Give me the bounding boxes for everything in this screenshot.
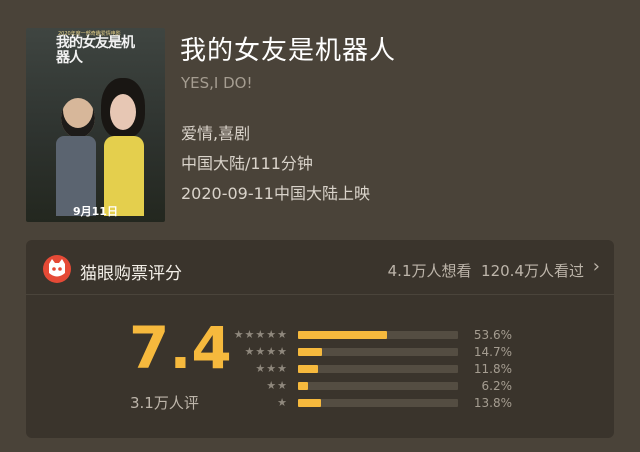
rating-row: ★★★★ 14.7%: [26, 345, 614, 359]
rating-bar-track: [298, 399, 458, 407]
rating-row: ★★ 6.2%: [26, 379, 614, 393]
rating-row: ★ 13.8%: [26, 396, 614, 410]
maoyan-cat-icon: [43, 255, 71, 283]
rating-percent: 14.7%: [473, 345, 512, 359]
rating-bar-fill: [298, 399, 321, 407]
rating-bar-track: [298, 382, 458, 390]
rating-percent: 13.8%: [473, 396, 512, 410]
movie-english-title: YES,I DO!: [181, 74, 253, 92]
rating-bar-fill: [298, 348, 323, 356]
rating-source-label: 猫眼购票评分: [80, 264, 182, 284]
rating-percent: 6.2%: [481, 379, 513, 393]
movie-title: 我的女友是机器人: [180, 36, 397, 66]
star-level-icon: ★: [277, 396, 288, 409]
poster-title: 我的女友是机器人: [56, 35, 135, 66]
poster-man-head: [61, 98, 95, 138]
movie-release: 2020-09-11中国大陆上映: [181, 184, 370, 203]
movie-poster[interactable]: 2020年度一部奇趣爱情电影 我的女友是机器人 9月11日: [26, 28, 165, 222]
rating-percent: 53.6%: [473, 328, 512, 342]
rating-bar-track: [298, 348, 458, 356]
star-level-icon: ★★: [266, 379, 288, 392]
star-level-icon: ★★★★: [244, 345, 288, 358]
chevron-right-icon[interactable]: ›: [593, 256, 600, 277]
rating-bar-fill: [298, 382, 309, 390]
rating-card: 猫眼购票评分 4.1万人想看 120.4万人看过 › 7.4 3.1万人评 ★★…: [26, 240, 614, 438]
rating-bar-track: [298, 365, 458, 373]
want-to-see-count: 4.1万人想看: [387, 262, 472, 280]
watched-count: 120.4万人看过: [481, 262, 584, 280]
rating-audience-stats: 4.1万人想看 120.4万人看过: [388, 260, 584, 281]
movie-region-duration: 中国大陆/111分钟: [181, 154, 313, 173]
rating-percent: 11.8%: [473, 362, 512, 376]
rating-bar-fill: [298, 365, 318, 373]
movie-genres: 爱情,喜剧: [181, 124, 251, 143]
star-level-icon: ★★★: [255, 362, 288, 375]
poster-woman-face: [110, 94, 136, 130]
rating-bar-track: [298, 331, 458, 339]
rating-row: ★★★★★ 53.6%: [26, 328, 614, 342]
poster-date: 9月11日: [73, 205, 118, 218]
rating-row: ★★★ 11.8%: [26, 362, 614, 376]
rating-header[interactable]: 猫眼购票评分 4.1万人想看 120.4万人看过 ›: [26, 240, 614, 295]
rating-bar-fill: [298, 331, 388, 339]
star-level-icon: ★★★★★: [233, 328, 288, 341]
